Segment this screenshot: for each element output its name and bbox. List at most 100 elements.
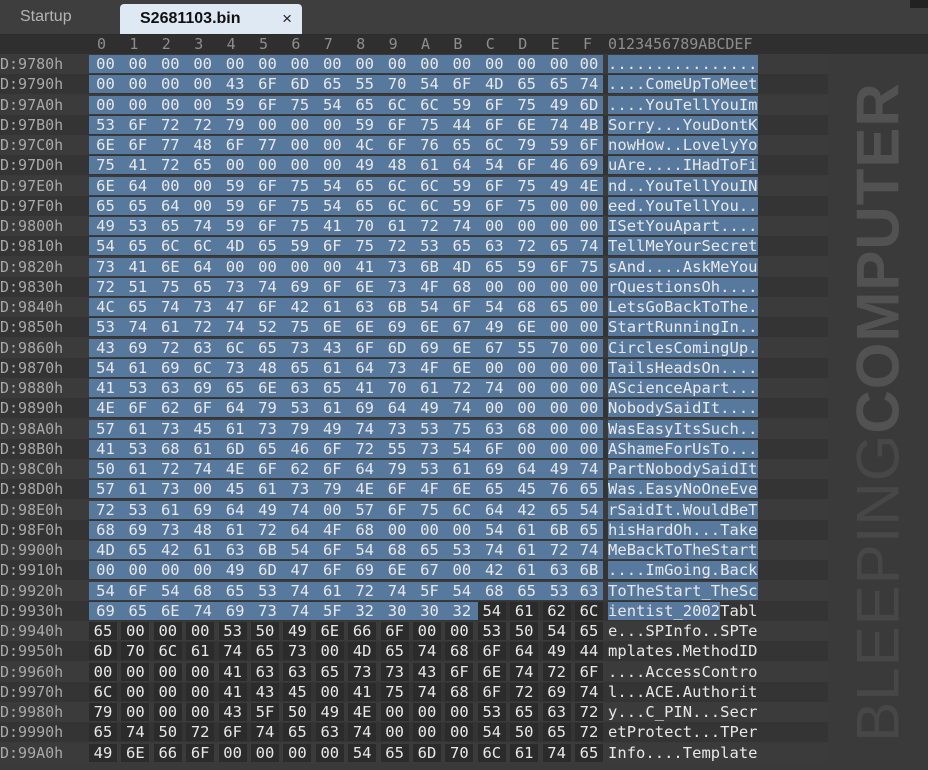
hex-byte[interactable]: 6F bbox=[477, 176, 511, 195]
hex-byte[interactable]: 79 bbox=[251, 399, 284, 418]
hex-byte[interactable]: 63 bbox=[477, 419, 511, 438]
hex-byte[interactable]: 65 bbox=[542, 237, 576, 256]
hex-byte[interactable]: 61 bbox=[315, 358, 349, 377]
hex-byte[interactable]: 6F bbox=[121, 136, 155, 154]
hex-row[interactable]: D:98A0h 57 61 73 45 61 73 79 49 74 73 53 75 63 68 00 00 W… bbox=[0, 418, 928, 439]
hex-byte[interactable]: 00 bbox=[218, 156, 252, 175]
hex-byte[interactable]: 65 bbox=[121, 541, 155, 559]
hex-byte[interactable]: 72 bbox=[510, 237, 544, 256]
hex-byte[interactable]: 00 bbox=[542, 318, 576, 337]
hex-byte[interactable]: 73 bbox=[283, 338, 317, 357]
hex-byte[interactable]: 6F bbox=[445, 298, 479, 316]
hex-byte[interactable]: 69 bbox=[477, 460, 511, 478]
hex-byte[interactable]: 72 bbox=[186, 318, 220, 337]
hex-byte[interactable]: 72 bbox=[413, 217, 446, 235]
hex-byte[interactable]: 75 bbox=[445, 419, 479, 438]
hex-byte[interactable]: 00 bbox=[186, 682, 215, 701]
hex-byte[interactable]: 6E bbox=[510, 115, 544, 134]
hex-byte[interactable]: 74 bbox=[575, 237, 603, 256]
hex-byte[interactable]: 6E bbox=[89, 176, 122, 195]
hex-row[interactable]: D:98F0h 68 69 73 48 61 72 64 4F 68 00 00 00 54 61 6B 65 h… bbox=[0, 519, 928, 540]
hex-byte[interactable]: 74 bbox=[510, 662, 539, 681]
hex-byte[interactable]: 72 bbox=[510, 682, 539, 701]
hex-byte[interactable]: 74 bbox=[121, 318, 155, 337]
close-icon[interactable]: × bbox=[282, 4, 292, 34]
hex-byte[interactable]: 69 bbox=[380, 318, 414, 337]
hex-byte[interactable]: 65 bbox=[542, 500, 576, 519]
hex-byte[interactable]: 00 bbox=[413, 723, 441, 742]
hex-byte[interactable]: 68 bbox=[445, 682, 474, 701]
hex-byte[interactable]: 51 bbox=[121, 277, 155, 296]
hex-byte[interactable]: 50 bbox=[510, 723, 539, 742]
hex-byte[interactable]: 6D bbox=[413, 743, 441, 762]
hex-byte[interactable]: 65 bbox=[413, 541, 446, 559]
hex-byte[interactable]: 4E bbox=[89, 399, 122, 418]
hex-byte[interactable]: 54 bbox=[89, 358, 122, 377]
hex-byte[interactable]: 00 bbox=[218, 55, 252, 73]
hex-byte[interactable]: 72 bbox=[251, 520, 284, 539]
hex-byte[interactable]: 6F bbox=[251, 298, 284, 316]
hex-row[interactable]: D:9800h 49 53 65 74 59 6F 75 41 70 61 72 74 00 00 00 00 I… bbox=[0, 216, 928, 236]
hex-byte[interactable]: 00 bbox=[445, 622, 474, 640]
hex-byte[interactable]: 69 bbox=[575, 156, 603, 175]
hex-byte[interactable]: 00 bbox=[315, 500, 349, 519]
hex-byte[interactable]: 00 bbox=[413, 703, 441, 721]
hex-byte[interactable]: 6C bbox=[153, 642, 182, 661]
hex-byte[interactable]: 75 bbox=[153, 277, 187, 296]
hex-byte[interactable]: 70 bbox=[380, 75, 414, 94]
hex-byte[interactable]: 6D bbox=[575, 95, 603, 114]
hex-byte[interactable]: 00 bbox=[121, 682, 150, 701]
hex-byte[interactable]: 6C bbox=[380, 176, 414, 195]
hex-byte[interactable]: 53 bbox=[542, 581, 576, 600]
hex-byte[interactable]: 54 bbox=[153, 581, 187, 600]
hex-byte[interactable]: 00 bbox=[153, 662, 182, 681]
hex-byte[interactable]: 46 bbox=[542, 156, 576, 175]
hex-byte[interactable]: 6E bbox=[445, 480, 479, 499]
ascii-text[interactable]: Sorry...YouDontK bbox=[608, 115, 758, 134]
hex-byte[interactable]: 54 bbox=[315, 176, 349, 195]
hex-byte[interactable]: 54 bbox=[445, 439, 479, 458]
hex-byte[interactable]: 69 bbox=[89, 601, 122, 620]
hex-byte[interactable]: 55 bbox=[510, 338, 544, 357]
hex-byte[interactable]: 00 bbox=[413, 622, 441, 640]
hex-byte[interactable]: 73 bbox=[153, 419, 187, 438]
hex-byte[interactable]: 63 bbox=[315, 723, 344, 742]
hex-byte[interactable]: 00 bbox=[575, 399, 603, 418]
hex-byte[interactable]: 00 bbox=[315, 55, 349, 73]
hex-byte[interactable]: 74 bbox=[283, 500, 317, 519]
ascii-text[interactable]: ....ImGoing.Back bbox=[608, 561, 758, 580]
hex-byte[interactable]: 6F bbox=[121, 581, 155, 600]
hex-byte[interactable]: 74 bbox=[413, 682, 441, 701]
ascii-text[interactable]: sAnd....AskMeYou bbox=[608, 257, 758, 276]
hex-byte[interactable]: 6E bbox=[477, 662, 506, 681]
hex-row[interactable]: D:9830h 72 51 75 65 73 74 69 6F 6E 73 4F 68 00 00 00 00 r… bbox=[0, 276, 928, 297]
hex-byte[interactable]: 00 bbox=[348, 55, 382, 73]
hex-byte[interactable]: 72 bbox=[153, 115, 187, 134]
hex-byte[interactable]: 42 bbox=[283, 298, 317, 316]
hex-byte[interactable]: 6C bbox=[575, 601, 603, 620]
ascii-text[interactable]: StartRunningIn.. bbox=[608, 318, 758, 337]
hex-byte[interactable]: 6B bbox=[251, 541, 284, 559]
hex-byte[interactable]: 65 bbox=[542, 75, 576, 94]
hex-byte[interactable]: 74 bbox=[251, 277, 284, 296]
hex-byte[interactable]: 67 bbox=[477, 338, 511, 357]
ascii-text[interactable]: rSaidIt.WouldBeT bbox=[608, 500, 758, 519]
hex-row[interactable]: D:9910h 00 00 00 00 49 6D 47 6F 69 6E 67 00 42 61 63 6B.… bbox=[0, 560, 928, 581]
ascii-text[interactable]: PartNobodySaidIt bbox=[608, 460, 758, 478]
hex-byte[interactable]: 6F bbox=[251, 75, 284, 94]
hex-byte[interactable]: 4D bbox=[477, 75, 511, 94]
hex-byte[interactable]: 44 bbox=[575, 642, 603, 661]
hex-byte[interactable]: 68 bbox=[477, 581, 511, 600]
hex-byte[interactable]: 00 bbox=[153, 95, 187, 114]
hex-byte[interactable]: 54 bbox=[445, 581, 479, 600]
hex-byte[interactable]: 75 bbox=[348, 237, 382, 256]
hex-byte[interactable]: 70 bbox=[348, 217, 382, 235]
hex-byte[interactable]: 54 bbox=[575, 500, 603, 519]
ascii-text[interactable]: nowHow..LovelyYo bbox=[608, 136, 758, 154]
hex-byte[interactable]: 49 bbox=[348, 156, 382, 175]
hex-byte[interactable]: 69 bbox=[542, 682, 571, 701]
hex-byte[interactable]: 4D bbox=[218, 237, 252, 256]
hex-byte[interactable]: 00 bbox=[153, 703, 182, 721]
hex-byte[interactable]: 00 bbox=[186, 176, 220, 195]
hex-byte[interactable]: 4C bbox=[89, 298, 122, 316]
